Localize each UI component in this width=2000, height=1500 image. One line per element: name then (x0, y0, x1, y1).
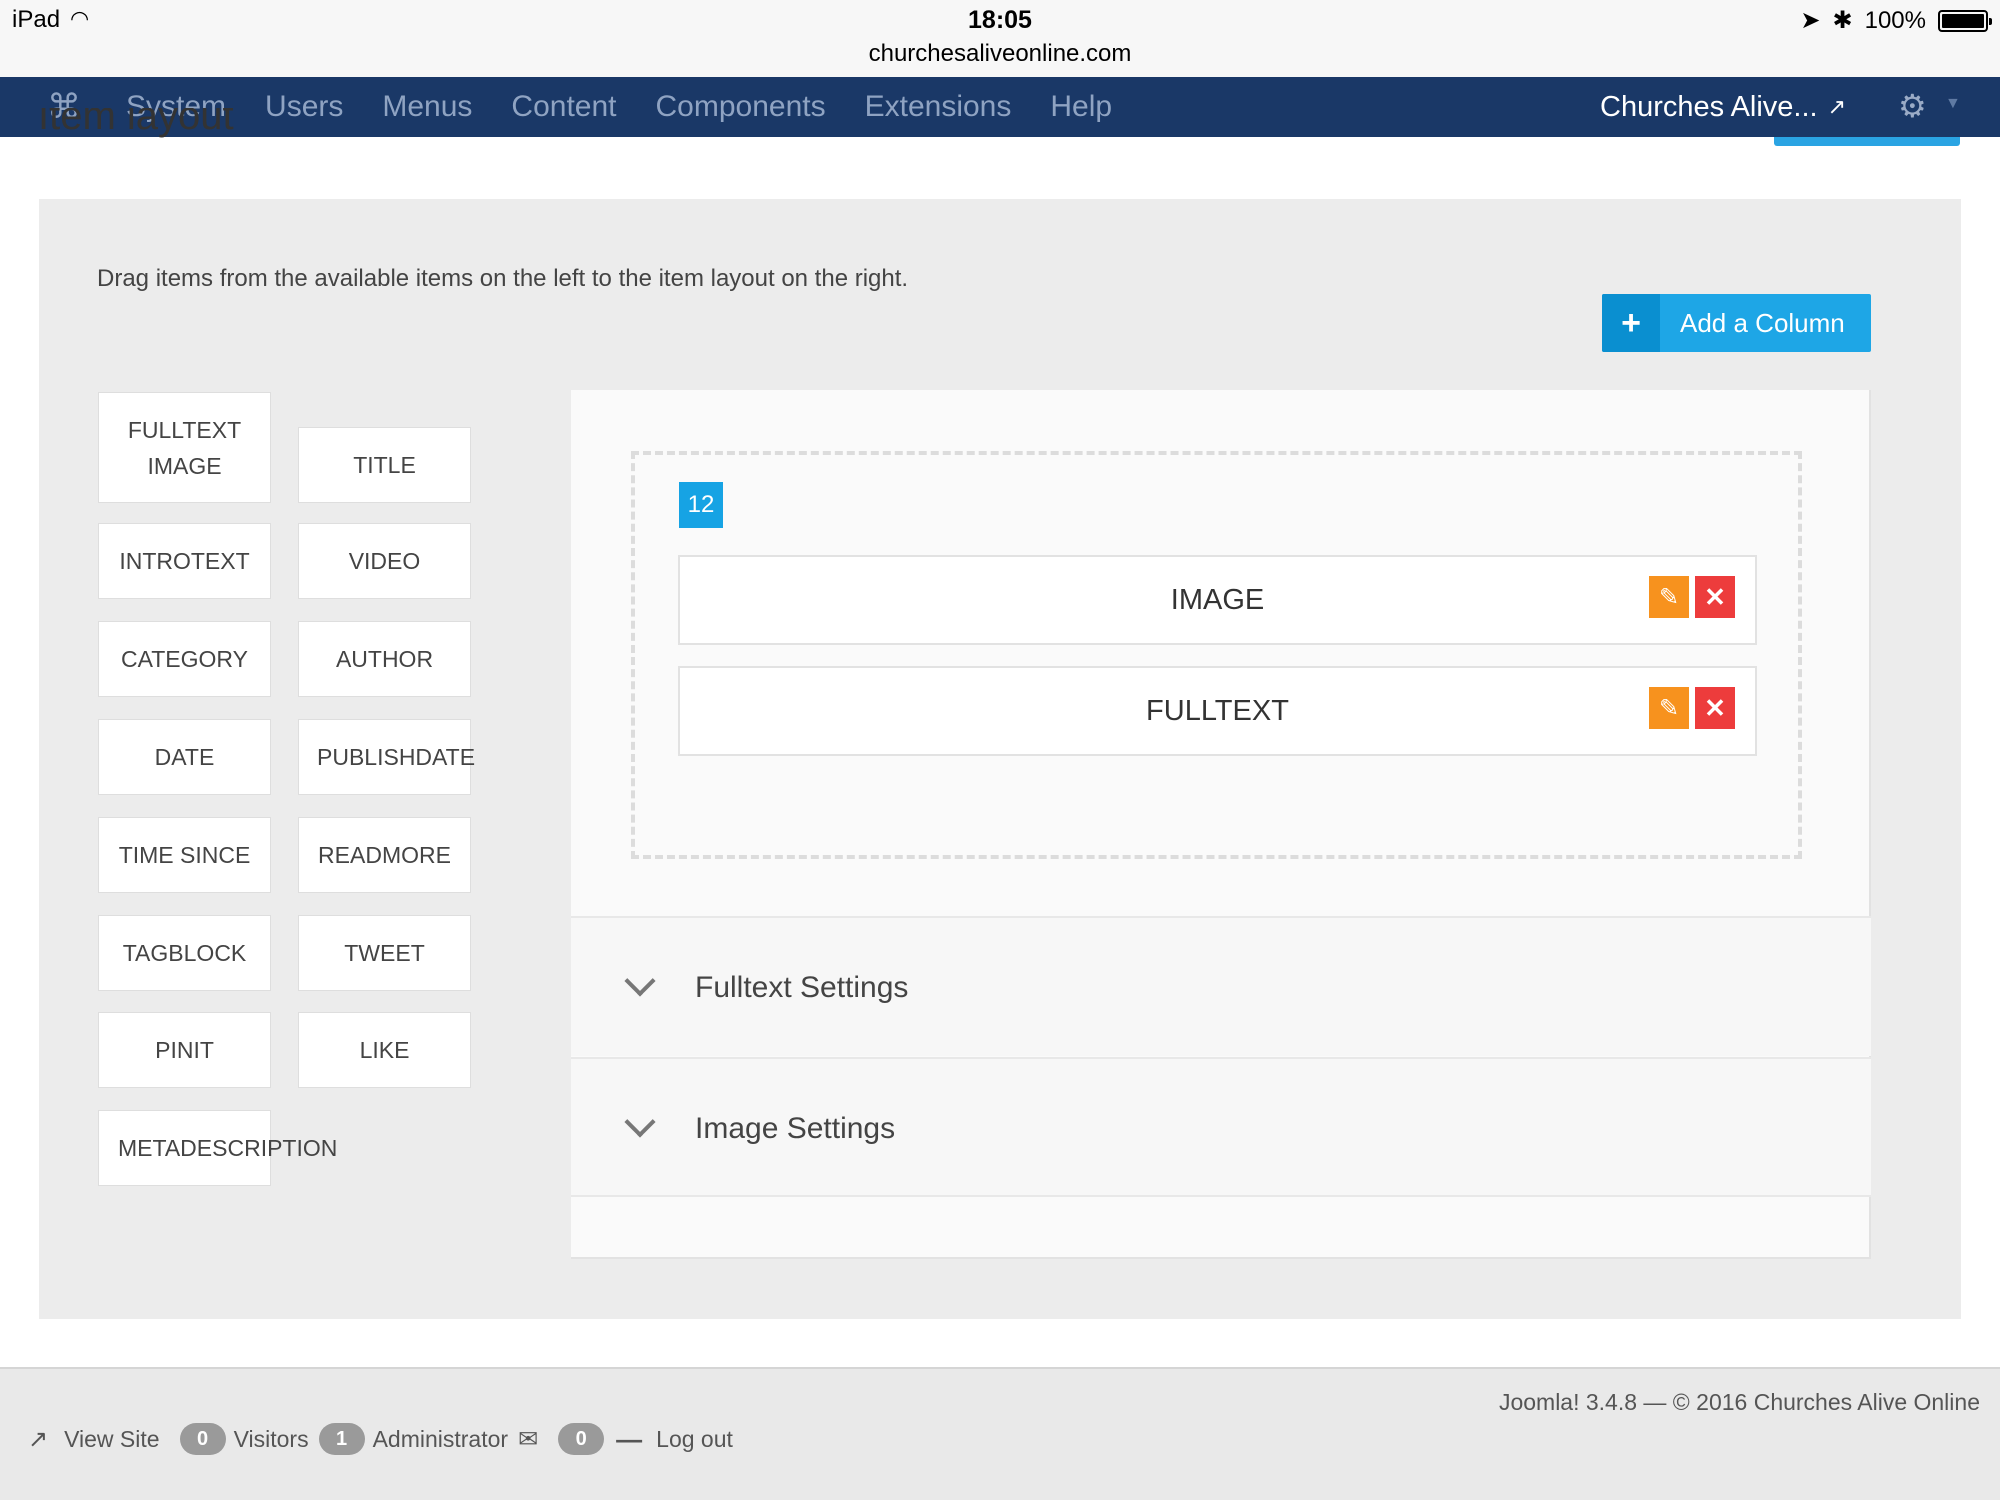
add-column-label: Add a Column (1680, 307, 1845, 338)
available-item[interactable]: METADESCRIPTION (98, 1110, 337, 1186)
visitors-badge: 0 (179, 1423, 226, 1455)
available-item[interactable]: TIME SINCE (98, 817, 271, 893)
battery-percent: 100% (1864, 6, 1926, 34)
available-item[interactable]: DATE (98, 719, 271, 795)
copyright: Joomla! 3.4.8 — © 2016 Churches Alive On… (1498, 1389, 1980, 1415)
site-name: Churches Alive... (1600, 90, 1818, 123)
view-site-link[interactable]: View Site (64, 1426, 159, 1453)
location-arrow-icon: ➤ (1800, 7, 1821, 34)
logout-link[interactable]: Log out (656, 1426, 733, 1453)
battery-icon (1938, 9, 1992, 32)
administrator-link[interactable]: Administrator (373, 1426, 508, 1453)
available-item[interactable]: PINIT (98, 1012, 271, 1088)
status-right: ➤ ✱ 100% (1800, 6, 1992, 35)
external-link-icon: ↗ (28, 1425, 49, 1453)
admin-badge: 1 (318, 1423, 365, 1455)
layout-item-label: FULLTEXT (1146, 694, 1289, 727)
accordion-label: Fulltext Settings (695, 971, 909, 1004)
site-link[interactable]: Churches Alive... ↗ (1600, 77, 1846, 137)
available-item[interactable]: INTROTEXT (98, 523, 271, 599)
menu-menus[interactable]: Menus (382, 90, 472, 124)
available-item[interactable]: TITLE (298, 427, 471, 503)
accordion-fulltext-settings[interactable]: Fulltext Settings (571, 916, 1871, 1056)
footer-links: ↗ View Site 0 Visitors 1 Administrator ✉… (28, 1419, 733, 1459)
pencil-icon[interactable]: ✎ (1649, 687, 1689, 729)
menu-components[interactable]: Components (656, 90, 826, 124)
close-icon[interactable]: ✕ (1695, 576, 1735, 618)
layout-item-image[interactable]: IMAGE ✎ ✕ (678, 555, 1757, 645)
close-icon[interactable]: ✕ (1695, 687, 1735, 729)
available-item[interactable]: VIDEO (298, 523, 471, 599)
available-item[interactable]: PUBLISHDATE (298, 719, 475, 795)
item-layout-panel: Drag items from the available items on t… (39, 199, 1961, 1319)
item-layout-area: 12 IMAGE ✎ ✕ FULLTEXT ✎ ✕ Fulltext Setti… (571, 390, 1871, 1259)
menu-help[interactable]: Help (1050, 90, 1112, 124)
page-title: Item layout (38, 108, 234, 138)
layout-item-label: IMAGE (1170, 583, 1265, 616)
chevron-down-icon (624, 1106, 656, 1138)
menu-users[interactable]: Users (265, 90, 343, 124)
instructions-text: Drag items from the available items on t… (97, 265, 909, 292)
available-item[interactable]: FULLTEXT IMAGE (98, 392, 271, 503)
admin-navbar: ⌘ System Users Menus Content Components … (0, 77, 2000, 137)
caret-down-icon[interactable]: ▼ (1945, 95, 1961, 113)
available-item[interactable]: AUTHOR (298, 621, 471, 697)
available-item[interactable]: READMORE (298, 817, 471, 893)
messages-badge: 0 (558, 1423, 605, 1455)
available-item[interactable]: LIKE (298, 1012, 471, 1088)
layout-column[interactable]: 12 IMAGE ✎ ✕ FULLTEXT ✎ ✕ (631, 451, 1802, 859)
external-link-icon: ↗ (1827, 94, 1847, 119)
gear-icon[interactable]: ⚙ (1898, 87, 1927, 125)
clock: 18:05 (968, 6, 1032, 34)
column-width-badge[interactable]: 12 (679, 482, 723, 528)
ios-status-bar: iPad ◠ 18:05 churchesaliveonline.com ➤ ✱… (0, 0, 2000, 77)
plus-icon: + (1602, 294, 1660, 352)
pencil-icon[interactable]: ✎ (1649, 576, 1689, 618)
address-bar-url[interactable]: churchesaliveonline.com (0, 40, 2000, 68)
admin-footer: Joomla! 3.4.8 — © 2016 Churches Alive On… (0, 1367, 2000, 1500)
envelope-icon[interactable]: ✉ (518, 1425, 538, 1454)
main-menu: System Users Menus Content Components Ex… (126, 77, 1112, 137)
available-item[interactable]: TWEET (298, 915, 471, 991)
bluetooth-icon: ✱ (1832, 7, 1853, 34)
visitors-link[interactable]: Visitors (234, 1426, 309, 1453)
accordion-image-settings[interactable]: Image Settings (571, 1057, 1871, 1197)
toolbar-button-partial[interactable] (1774, 137, 1960, 146)
add-column-button[interactable]: + Add a Column (1602, 294, 1871, 352)
chevron-down-icon (624, 965, 656, 997)
menu-content[interactable]: Content (511, 90, 616, 124)
available-item[interactable]: TAGBLOCK (98, 915, 271, 991)
menu-extensions[interactable]: Extensions (865, 90, 1012, 124)
minus-icon: — (616, 1423, 643, 1454)
layout-item-fulltext[interactable]: FULLTEXT ✎ ✕ (678, 666, 1757, 756)
accordion-label: Image Settings (695, 1112, 896, 1145)
available-item[interactable]: CATEGORY (98, 621, 271, 697)
